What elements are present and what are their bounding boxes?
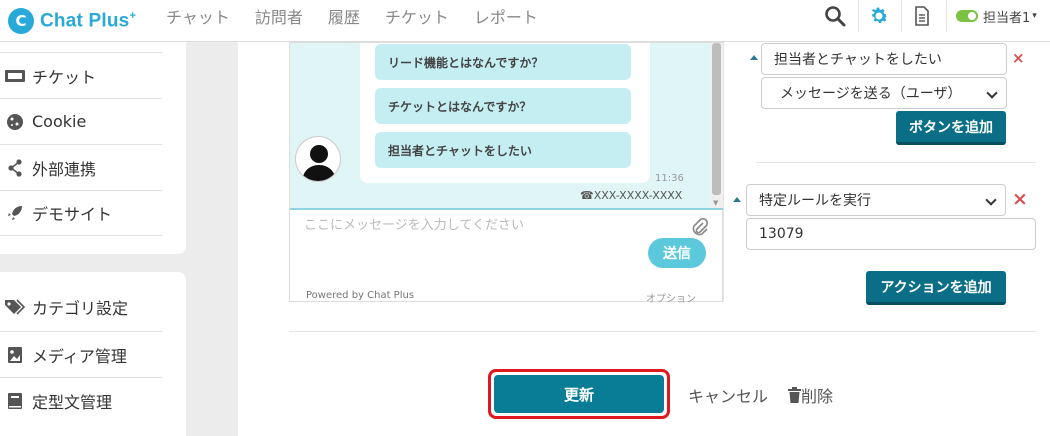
sidebar-item-integration[interactable]: 外部連携 <box>0 144 162 190</box>
choice-bubble[interactable]: リード機能とはなんですか？ <box>375 44 631 80</box>
nav-item-reports[interactable]: レポート <box>474 4 538 28</box>
phone-number: XXX-XXXX-XXXX <box>593 189 683 202</box>
user-name: 担当者1 <box>983 10 1031 26</box>
sidebar-item-media-management[interactable]: メディア管理 <box>0 331 162 377</box>
app-name: Chat Plus <box>40 10 130 32</box>
delete-button[interactable]: 削除 <box>788 383 833 407</box>
chat-widget-preview: リード機能とはなんですか？ チケットとはなんですか？ 担当者とチャットをしたい … <box>289 42 723 305</box>
sidebar-item-label: 外部連携 <box>32 159 97 179</box>
operator-avatar <box>295 136 341 182</box>
cookie-icon <box>4 112 26 132</box>
sidebar-item-label: カテゴリ設定 <box>32 299 129 318</box>
sidebar-item-label: Cookie <box>32 112 87 131</box>
app-logo[interactable]: C Chat Plus+ <box>8 5 136 37</box>
sidebar-item-demo-site[interactable]: デモサイト <box>0 190 162 236</box>
top-navigation-bar: C Chat Plus+ チャット 訪問者 履歴 チケット レポート 担当者1 … <box>0 0 1050 42</box>
book-icon <box>4 391 26 411</box>
message-time: 11:36 <box>655 173 684 184</box>
phone-icon: ☎ <box>580 189 594 202</box>
sidebar-item-label: メディア管理 <box>32 346 127 366</box>
delete-button-icon[interactable]: × <box>1012 49 1025 67</box>
cancel-button[interactable]: キャンセル <box>688 383 768 407</box>
chat-plus-logo-icon: C <box>8 8 34 34</box>
search-icon <box>825 6 846 27</box>
nav-item-tickets[interactable]: チケット <box>385 4 449 28</box>
ticket-icon <box>4 66 26 86</box>
sidebar-card-management: カテゴリ設定 メディア管理 定型文管理 <box>0 272 186 436</box>
collapse-triangle-icon[interactable] <box>733 197 741 202</box>
main-content-panel: リード機能とはなんですか？ チケットとはなんですか？ 担当者とチャットをしたい … <box>238 42 1050 436</box>
online-status-toggle[interactable] <box>956 10 978 22</box>
scroll-down-icon[interactable]: ▼ <box>713 199 718 207</box>
tag-icon <box>4 297 26 317</box>
update-button[interactable]: 更新 <box>494 375 664 413</box>
panel-divider <box>723 42 724 302</box>
option-link[interactable]: オプション <box>646 290 696 305</box>
action-type-select[interactable]: 特定ルールを実行 <box>746 184 1006 216</box>
gear-icon <box>871 7 888 24</box>
sidebar-item-template-management[interactable]: 定型文管理 <box>0 377 162 423</box>
chat-input-area: ここにメッセージを入力してください 送信 Powered by Chat Plu… <box>290 208 723 305</box>
section-divider <box>756 162 1036 163</box>
chevron-down-icon: ▾ <box>1032 11 1037 21</box>
sidebar-item-category-settings[interactable]: カテゴリ設定 <box>0 284 162 330</box>
sidebar-item-ticket[interactable]: チケット <box>0 52 162 98</box>
collapse-triangle-icon[interactable] <box>750 55 758 60</box>
user-menu[interactable]: 担当者1 ▾ <box>946 0 1050 32</box>
footer-divider <box>289 331 1036 332</box>
choice-bubble[interactable]: 担当者とチャットをしたい <box>375 132 631 168</box>
sidebar-item-label: 定型文管理 <box>32 392 113 412</box>
sidebar-card-settings: チケット Cookie 外部連携 デモサイト <box>0 42 186 254</box>
share-icon <box>4 158 26 178</box>
search-button[interactable] <box>815 0 855 32</box>
nav-item-history[interactable]: 履歴 <box>328 4 360 28</box>
rule-id-input[interactable]: 13079 <box>746 218 1036 250</box>
sidebar-item-label: チケット <box>32 67 97 87</box>
powered-by-text: Powered by Chat Plus <box>306 290 415 301</box>
image-icon <box>4 345 26 365</box>
app-name-sup: + <box>129 9 137 22</box>
person-icon <box>302 145 336 181</box>
choice-bubble[interactable]: チケットとはなんですか？ <box>375 88 631 124</box>
sidebar-item-label: デモサイト <box>32 205 113 224</box>
add-action-button[interactable]: アクションを追加 <box>866 271 1006 305</box>
nav-item-visitors[interactable]: 訪問者 <box>255 4 303 28</box>
button-text-input[interactable]: 担当者とチャットをしたい <box>761 43 1007 75</box>
delete-action-icon[interactable]: × <box>1012 188 1028 210</box>
update-button-highlight: 更新 <box>488 369 670 419</box>
button-action-select[interactable]: メッセージを送る（ユーザ） <box>761 77 1007 109</box>
message-input[interactable]: ここにメッセージを入力してください <box>304 214 524 233</box>
document-button[interactable] <box>901 0 941 32</box>
add-button-button[interactable]: ボタンを追加 <box>896 111 1006 145</box>
settings-button[interactable] <box>858 0 898 32</box>
send-button[interactable]: 送信 <box>648 238 706 268</box>
chat-scrollbar[interactable]: ▼ <box>710 43 723 208</box>
delete-label: 削除 <box>801 387 834 406</box>
choice-bubble-group: リード機能とはなんですか？ チケットとはなんですか？ 担当者とチャットをしたい <box>360 43 650 183</box>
nav-item-chat[interactable]: チャット <box>166 4 230 28</box>
sidebar-item-cookie[interactable]: Cookie <box>0 98 162 144</box>
chat-message-area: リード機能とはなんですか？ チケットとはなんですか？ 担当者とチャットをしたい … <box>290 43 710 208</box>
document-icon <box>914 6 929 26</box>
rocket-icon <box>4 203 26 223</box>
scrollbar-thumb[interactable] <box>712 43 721 195</box>
trash-icon <box>788 387 801 403</box>
main-nav: チャット 訪問者 履歴 チケット レポート <box>166 0 563 32</box>
